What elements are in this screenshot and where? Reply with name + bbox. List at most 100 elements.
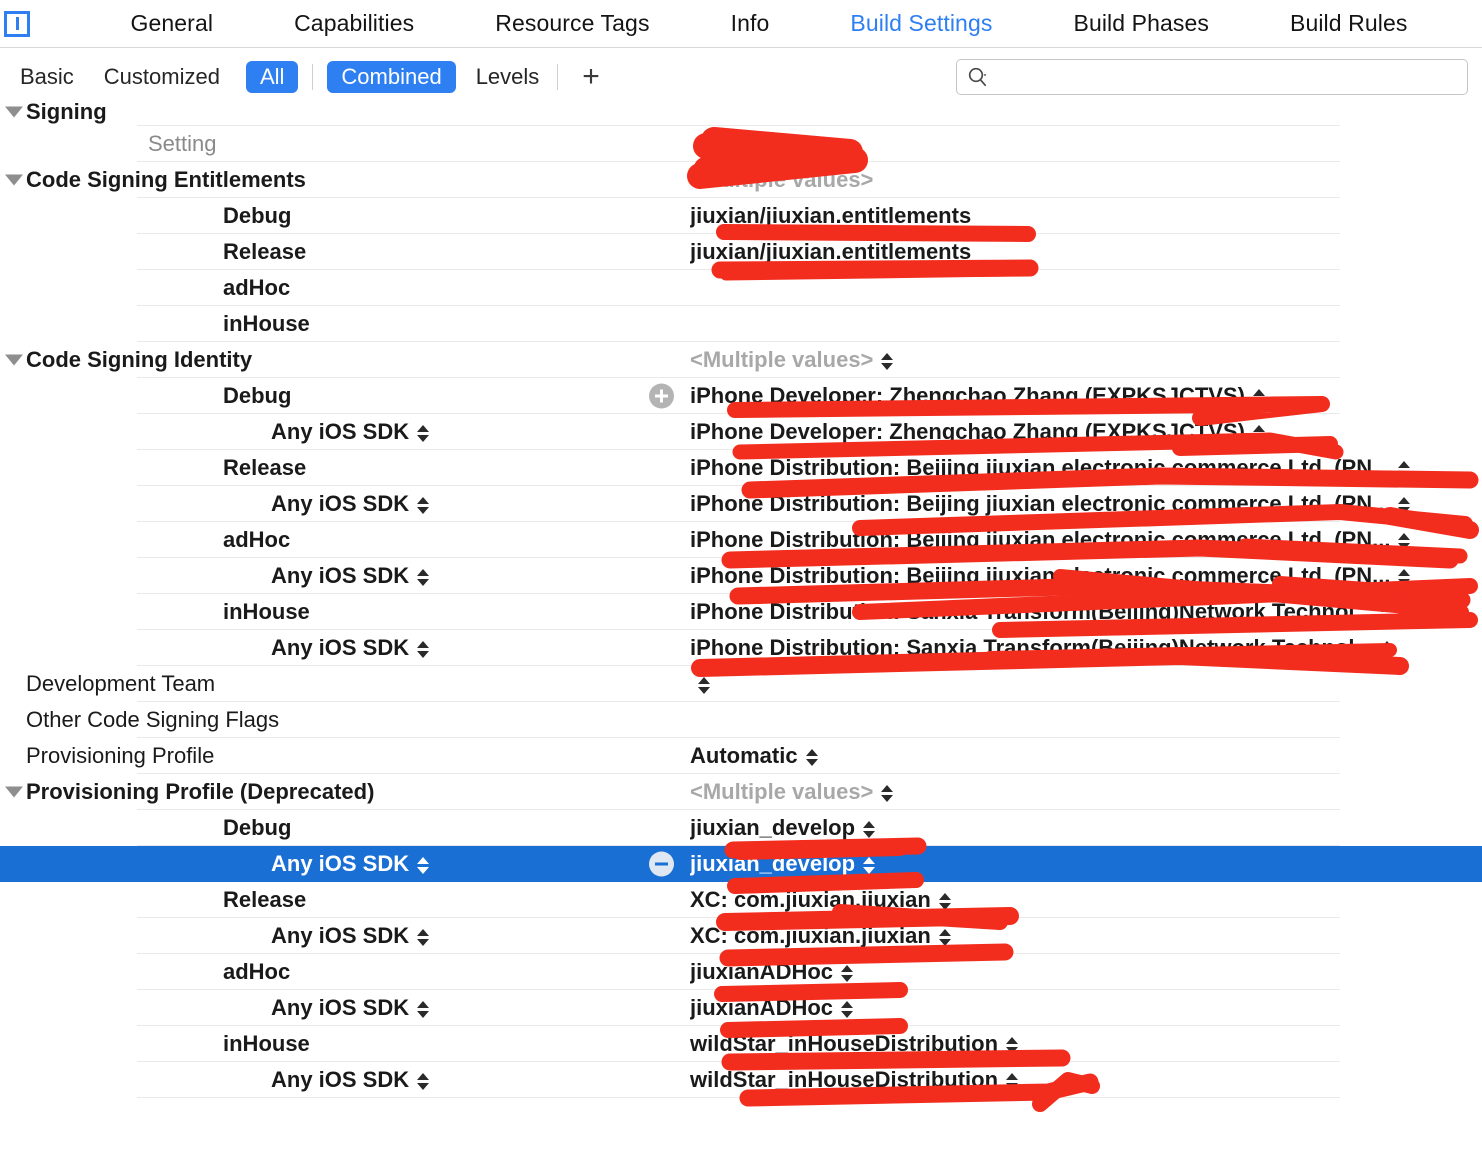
setting-value-cell[interactable]: iPhone Developer: Zhengchao Zhang (EXPKS… [649, 378, 1482, 414]
setting-value-cell[interactable]: XC: com.jiuxian.jiuxian [690, 882, 1482, 918]
table-row[interactable]: Any iOS SDK iPhone Distribution: Sanxia T… [0, 630, 1482, 666]
value-stepper-icon[interactable] [805, 748, 818, 766]
value-stepper-icon[interactable] [1398, 568, 1411, 586]
setting-value-cell[interactable]: iPhone Distribution: Beijing jiuxian ele… [690, 558, 1482, 594]
value-stepper-icon[interactable] [841, 1000, 854, 1018]
setting-value-cell[interactable] [690, 666, 1482, 702]
setting-value-cell[interactable]: wildStar_inHouseDistribution [690, 1026, 1482, 1062]
value-stepper-icon[interactable] [1380, 604, 1393, 622]
add-setting-button[interactable]: + [572, 61, 610, 92]
value-stepper-icon[interactable] [938, 892, 951, 910]
setting-value-cell[interactable] [690, 126, 1482, 162]
setting-value-cell[interactable]: jiuxian_develop [690, 810, 1482, 846]
remove-value-icon[interactable] [649, 851, 674, 877]
search-input[interactable] [995, 64, 1457, 89]
value-stepper-icon[interactable] [1398, 532, 1411, 550]
table-row[interactable]: adHoc jiuxianADHoc [0, 954, 1482, 990]
sdk-stepper-icon[interactable] [417, 640, 430, 658]
disclosure-triangle-icon[interactable] [5, 786, 23, 798]
table-row[interactable]: Signing [0, 98, 1482, 126]
table-row[interactable]: Code Signing Entitlements <Multiple value… [0, 162, 1482, 198]
project-document-icon[interactable] [4, 10, 30, 37]
sdk-stepper-icon[interactable] [417, 1000, 430, 1018]
setting-value-cell[interactable]: <Multiple values> [690, 774, 1482, 810]
filter-combined[interactable]: Combined [327, 60, 456, 93]
value-stepper-icon[interactable] [938, 928, 951, 946]
setting-value-cell[interactable]: jiuxian/jiuxian.entitlements [690, 198, 1482, 234]
table-row[interactable]: Any iOS SDK jiuxianADHoc [0, 990, 1482, 1026]
table-row[interactable]: Setting [0, 126, 1482, 162]
table-row[interactable]: Debug jiuxian/jiuxian.entitlements [0, 198, 1482, 234]
table-row[interactable]: Other Code Signing Flags [0, 702, 1482, 738]
setting-value-cell[interactable]: jiuxian/jiuxian.entitlements [690, 234, 1482, 270]
setting-value-cell[interactable]: iPhone Distribution: Sanxia Transform(Be… [690, 630, 1482, 666]
setting-value-cell[interactable] [690, 270, 1482, 306]
table-row[interactable]: Any iOS SDK iPhone Developer: Zhengchao Z… [0, 414, 1482, 450]
table-row[interactable]: Any iOS SDK XC: com.jiuxian.jiuxian [0, 918, 1482, 954]
setting-value-cell[interactable]: iPhone Distribution: Beijing jiuxian ele… [690, 486, 1482, 522]
table-row[interactable]: inHouse iPhone Distribution: Sanxia Trans… [0, 594, 1482, 630]
table-row[interactable]: Any iOS SDK iPhone Distribution: Beijing … [0, 486, 1482, 522]
setting-value-cell[interactable] [690, 702, 1482, 738]
disclosure-triangle-icon[interactable] [5, 174, 23, 186]
table-row[interactable]: adHoc iPhone Distribution: Beijing jiuxia… [0, 522, 1482, 558]
disclosure-triangle-icon[interactable] [5, 106, 23, 118]
value-stepper-icon[interactable] [1398, 496, 1411, 514]
tab-build-phases[interactable]: Build Phases [1074, 10, 1209, 37]
setting-value-cell[interactable]: <Multiple values> [690, 342, 1482, 378]
tab-build-rules[interactable]: Build Rules [1290, 10, 1407, 37]
sdk-stepper-icon[interactable] [417, 856, 430, 874]
add-value-icon[interactable] [649, 383, 674, 409]
value-stepper-icon[interactable] [698, 676, 710, 694]
value-stepper-icon[interactable] [1006, 1036, 1019, 1054]
tab-general[interactable]: General [131, 10, 214, 37]
value-stepper-icon[interactable] [1398, 460, 1411, 478]
table-row[interactable]: Release jiuxian/jiuxian.entitlements [0, 234, 1482, 270]
sdk-stepper-icon[interactable] [417, 496, 430, 514]
table-row[interactable]: adHoc [0, 270, 1482, 306]
setting-value-cell[interactable]: jiuxian_develop [649, 846, 1482, 882]
value-stepper-icon[interactable] [841, 964, 854, 982]
table-row[interactable]: Debug iPhone Developer: Zhengchao Zhang (… [0, 378, 1482, 414]
setting-value-cell[interactable]: wildStar_inHouseDistribution [690, 1062, 1482, 1098]
table-row[interactable]: Provisioning Profile Automatic [0, 738, 1482, 774]
setting-value-cell[interactable]: Automatic [690, 738, 1482, 774]
filter-all[interactable]: All [245, 60, 299, 93]
table-row[interactable]: Code Signing Identity <Multiple values> [0, 342, 1482, 378]
filter-customized[interactable]: Customized [100, 61, 224, 93]
table-row[interactable]: inHouse [0, 306, 1482, 342]
setting-value-cell[interactable] [690, 98, 1482, 126]
filter-levels[interactable]: Levels [472, 61, 544, 93]
tab-capabilities[interactable]: Capabilities [294, 10, 414, 37]
value-stepper-icon[interactable] [881, 784, 894, 802]
tab-resource-tags[interactable]: Resource Tags [495, 10, 649, 37]
value-stepper-icon[interactable] [863, 856, 876, 874]
value-stepper-icon[interactable] [1380, 640, 1393, 658]
tab-build-settings[interactable]: Build Settings [850, 10, 992, 37]
table-row[interactable]: Debug jiuxian_develop [0, 810, 1482, 846]
sdk-stepper-icon[interactable] [417, 568, 430, 586]
setting-value-cell[interactable]: jiuxianADHoc [690, 954, 1482, 990]
setting-value-cell[interactable]: iPhone Distribution: Beijing jiuxian ele… [690, 522, 1482, 558]
table-row[interactable]: Any iOS SDK wildStar_inHouseDistribution [0, 1062, 1482, 1098]
sdk-stepper-icon[interactable] [417, 1072, 430, 1090]
value-stepper-icon[interactable] [881, 352, 894, 370]
sdk-stepper-icon[interactable] [417, 424, 430, 442]
table-row[interactable]: Release iPhone Distribution: Beijing jiux… [0, 450, 1482, 486]
sdk-stepper-icon[interactable] [417, 928, 430, 946]
setting-value-cell[interactable]: XC: com.jiuxian.jiuxian [690, 918, 1482, 954]
table-row[interactable]: inHouse wildStar_inHouseDistribution [0, 1026, 1482, 1062]
setting-value-cell[interactable]: iPhone Distribution: Beijing jiuxian ele… [690, 450, 1482, 486]
tab-info[interactable]: Info [731, 10, 770, 37]
setting-value-cell[interactable]: jiuxianADHoc [690, 990, 1482, 1026]
search-field[interactable] [956, 58, 1468, 95]
setting-value-cell[interactable]: iPhone Developer: Zhengchao Zhang (EXPKS… [690, 414, 1482, 450]
filter-basic[interactable]: Basic [16, 61, 78, 93]
disclosure-triangle-icon[interactable] [5, 354, 23, 366]
setting-value-cell[interactable]: iPhone Distribution: Sanxia Transform(Be… [690, 594, 1482, 630]
setting-value-cell[interactable] [690, 306, 1482, 342]
table-row-selected[interactable]: Any iOS SDK jiuxian_develop [0, 846, 1482, 882]
value-stepper-icon[interactable] [1252, 388, 1265, 406]
value-stepper-icon[interactable] [863, 820, 876, 838]
table-row[interactable]: Any iOS SDK iPhone Distribution: Beijing … [0, 558, 1482, 594]
